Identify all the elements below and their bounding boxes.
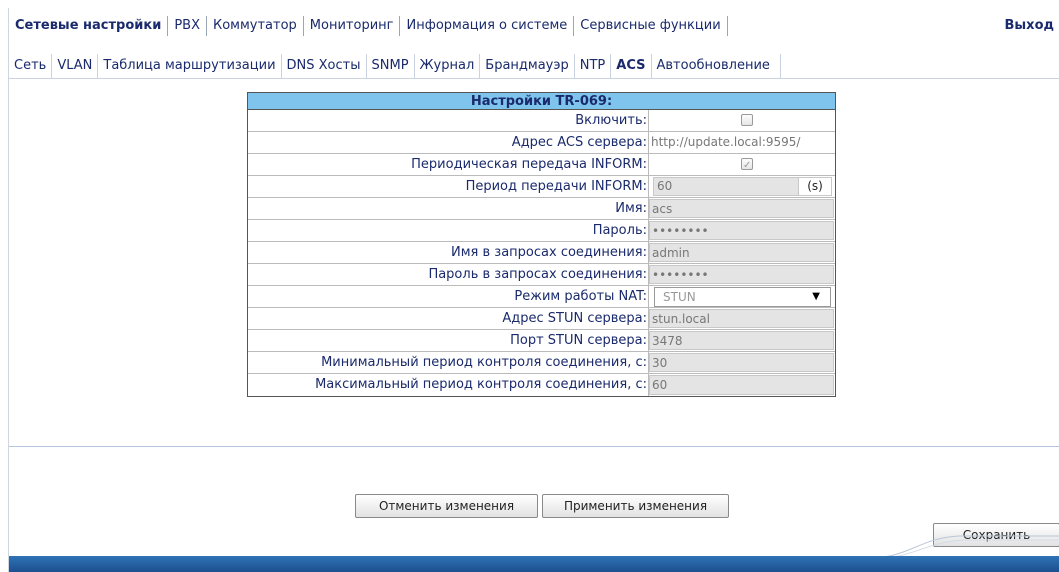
sub-menu-dns-hosts[interactable]: DNS Хосты bbox=[282, 54, 367, 78]
nat-mode-label: Режим работы NAT: bbox=[248, 286, 649, 307]
sub-menu-log[interactable]: Журнал bbox=[415, 54, 481, 78]
periodic-inform-cell bbox=[649, 154, 835, 176]
nat-mode-select[interactable]: STUN ▼ bbox=[654, 287, 831, 307]
row-periodic-inform: Периодическая передача INFORM: bbox=[248, 154, 835, 176]
row-password: Пароль: •••••••• bbox=[248, 220, 835, 242]
inform-period-cell: 60 (s) bbox=[649, 176, 835, 197]
sub-menu-vlan[interactable]: VLAN bbox=[52, 54, 99, 78]
sub-menu-ntp[interactable]: NTP bbox=[575, 54, 612, 78]
inform-period-input[interactable]: 60 bbox=[653, 177, 799, 196]
top-menu-pbx[interactable]: PBX bbox=[168, 16, 207, 36]
row-acs-address: Адрес ACS сервера: http://update.local:9… bbox=[248, 132, 835, 154]
stun-port-label: Порт STUN сервера: bbox=[248, 330, 649, 351]
conn-request-password-label: Пароль в запросах соединения: bbox=[248, 264, 649, 285]
enable-cell bbox=[649, 110, 835, 131]
footer-bar bbox=[9, 556, 1059, 572]
inform-period-label: Период передачи INFORM: bbox=[248, 176, 649, 197]
acs-address-field[interactable]: http://update.local:9595/ bbox=[649, 132, 835, 153]
max-keepalive-label: Максимальный период контроля соединения,… bbox=[248, 374, 649, 396]
periodic-inform-checkbox[interactable] bbox=[741, 155, 753, 176]
top-menu-switch[interactable]: Коммутатор bbox=[207, 16, 304, 36]
sub-menu-snmp[interactable]: SNMP bbox=[367, 54, 415, 78]
row-nat-mode: Режим работы NAT: STUN ▼ bbox=[248, 286, 835, 308]
tr069-title: Настройки TR-069: bbox=[248, 93, 835, 110]
row-max-keepalive: Максимальный период контроля соединения,… bbox=[248, 374, 835, 396]
content-divider bbox=[9, 446, 1059, 447]
conn-request-user-field[interactable]: admin bbox=[649, 243, 834, 262]
row-min-keepalive: Минимальный период контроля соединения, … bbox=[248, 352, 835, 374]
row-stun-port: Порт STUN сервера: 3478 bbox=[248, 330, 835, 352]
chevron-down-icon: ▼ bbox=[812, 291, 820, 302]
conn-request-password-field[interactable]: •••••••• bbox=[649, 265, 834, 284]
max-keepalive-field[interactable]: 60 bbox=[649, 375, 834, 395]
sub-menu-acs[interactable]: ACS bbox=[611, 54, 652, 78]
min-keepalive-label: Минимальный период контроля соединения, … bbox=[248, 352, 649, 373]
periodic-inform-label: Периодическая передача INFORM: bbox=[248, 154, 649, 175]
sub-menu-firewall[interactable]: Брандмауэр bbox=[480, 54, 575, 78]
username-field[interactable]: acs bbox=[649, 199, 834, 218]
row-conn-request-user: Имя в запросах соединения: admin bbox=[248, 242, 835, 264]
top-menu: Сетевые настройки PBX Коммутатор Монитор… bbox=[9, 14, 1059, 38]
top-menu-system-info[interactable]: Информация о системе bbox=[400, 16, 575, 36]
stun-address-field[interactable]: stun.local bbox=[649, 309, 834, 328]
tr069-settings-table: Настройки TR-069: Включить: Адрес ACS се… bbox=[247, 92, 836, 397]
nat-mode-value: STUN bbox=[663, 290, 696, 304]
top-menu-monitoring[interactable]: Мониторинг bbox=[304, 16, 401, 36]
sub-menu: Сеть VLAN Таблица маршрутизации DNS Хост… bbox=[9, 53, 1059, 79]
top-menu-network-settings[interactable]: Сетевые настройки bbox=[9, 16, 169, 36]
cancel-changes-button[interactable]: Отменить изменения bbox=[355, 494, 538, 518]
exit-link[interactable]: Выход bbox=[999, 16, 1059, 36]
row-enable: Включить: bbox=[248, 110, 835, 132]
inform-period-unit: (s) bbox=[799, 177, 832, 196]
enable-checkbox[interactable] bbox=[741, 114, 753, 126]
app-frame: Сетевые настройки PBX Коммутатор Монитор… bbox=[8, 8, 1059, 572]
password-field[interactable]: •••••••• bbox=[649, 221, 834, 240]
sub-menu-autoupdate[interactable]: Автообновление bbox=[652, 54, 781, 78]
nat-mode-cell: STUN ▼ bbox=[649, 286, 835, 307]
top-menu-service-functions[interactable]: Сервисные функции bbox=[574, 16, 728, 36]
acs-address-label: Адрес ACS сервера: bbox=[248, 132, 649, 153]
stun-port-field[interactable]: 3478 bbox=[649, 331, 834, 350]
stun-address-label: Адрес STUN сервера: bbox=[248, 308, 649, 329]
sub-menu-network[interactable]: Сеть bbox=[9, 54, 53, 78]
row-username: Имя: acs bbox=[248, 198, 835, 220]
username-label: Имя: bbox=[248, 198, 649, 219]
apply-changes-button[interactable]: Применить изменения bbox=[542, 494, 729, 518]
enable-label: Включить: bbox=[248, 110, 649, 131]
row-conn-request-password: Пароль в запросах соединения: •••••••• bbox=[248, 264, 835, 286]
min-keepalive-field[interactable]: 30 bbox=[649, 353, 834, 372]
password-label: Пароль: bbox=[248, 220, 649, 241]
row-inform-period: Период передачи INFORM: 60 (s) bbox=[248, 176, 835, 198]
row-stun-address: Адрес STUN сервера: stun.local bbox=[248, 308, 835, 330]
conn-request-user-label: Имя в запросах соединения: bbox=[248, 242, 649, 263]
sub-menu-routing-table[interactable]: Таблица маршрутизации bbox=[98, 54, 282, 78]
